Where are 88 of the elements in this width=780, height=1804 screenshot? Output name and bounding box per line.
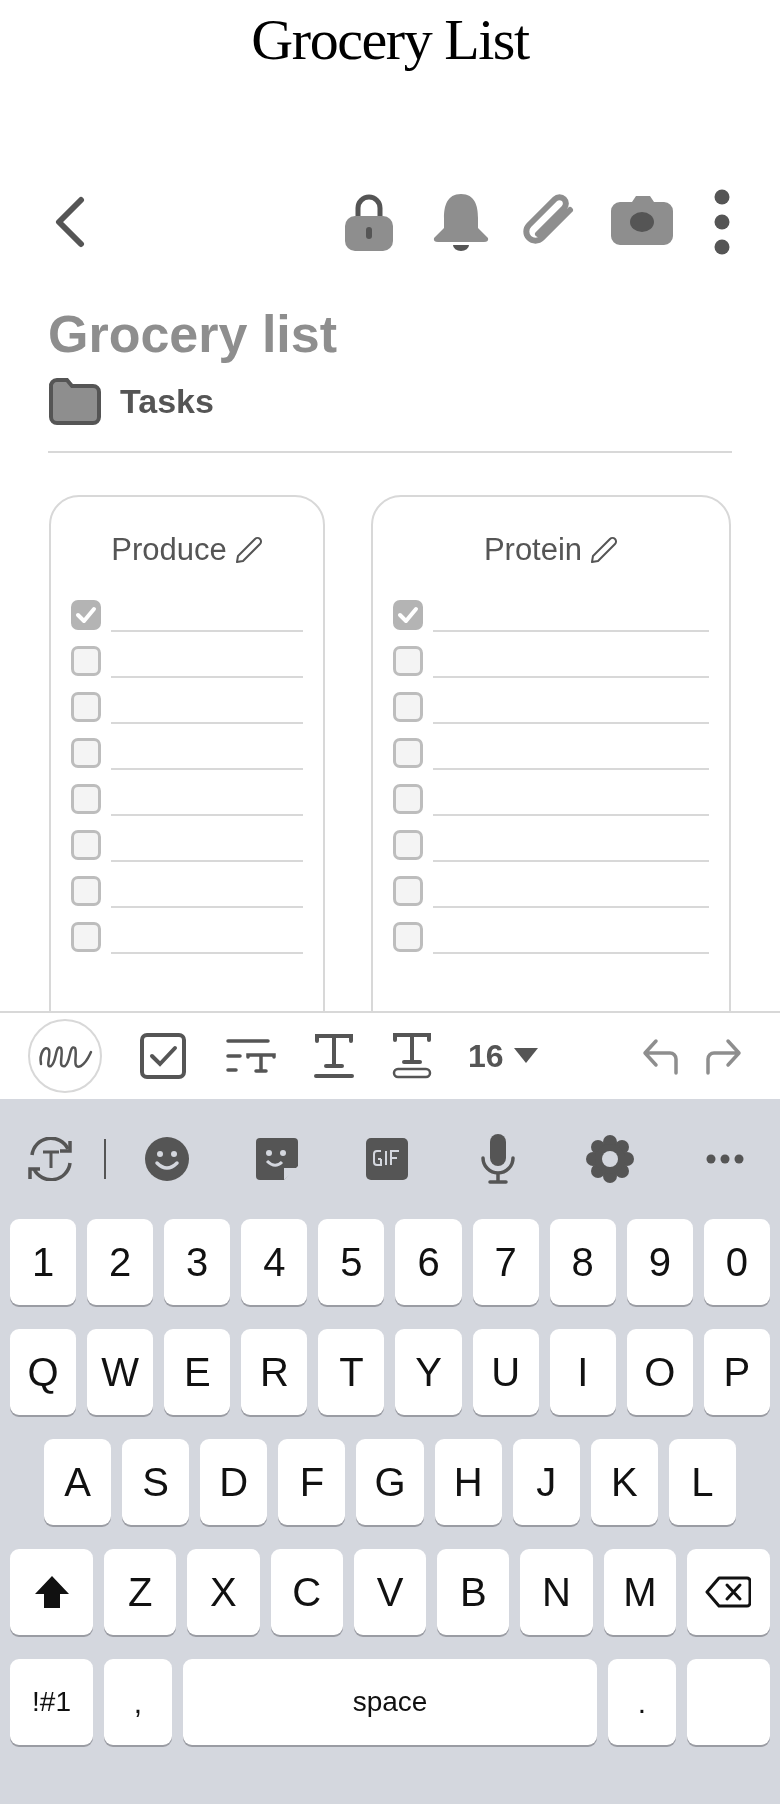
text-highlight-icon[interactable] (392, 1032, 432, 1080)
caret-icon (513, 1048, 538, 1064)
backspace-icon (705, 1576, 752, 1608)
checkbox[interactable] (71, 829, 101, 860)
bell-icon[interactable] (432, 192, 490, 252)
check-icon (397, 605, 419, 624)
gif-icon[interactable] (366, 1138, 408, 1180)
checkbox[interactable] (393, 645, 423, 676)
key[interactable]: N (520, 1549, 593, 1635)
checkbox[interactable] (393, 921, 423, 952)
pencil-icon[interactable] (234, 536, 263, 565)
key[interactable]: F (278, 1439, 346, 1525)
lock-icon[interactable] (344, 192, 394, 252)
key[interactable]: Y (395, 1329, 462, 1415)
backspace-key[interactable] (686, 1549, 770, 1635)
font-size-dropdown[interactable]: 16 (468, 1032, 538, 1080)
space-key[interactable]: space (183, 1659, 597, 1745)
pencil-icon[interactable] (590, 536, 619, 565)
checkbox[interactable] (71, 875, 101, 906)
key[interactable]: Q (10, 1329, 77, 1415)
key[interactable]: 8 (549, 1219, 616, 1305)
key[interactable]: . (608, 1659, 676, 1745)
more-options-icon[interactable] (714, 189, 730, 255)
key[interactable]: 9 (626, 1219, 693, 1305)
key[interactable]: 6 (395, 1219, 462, 1305)
checkbox[interactable] (71, 737, 101, 768)
folder-icon (48, 376, 102, 427)
key[interactable]: W (87, 1329, 154, 1415)
key[interactable]: Z (104, 1549, 177, 1635)
checklist-heading[interactable]: Produce (111, 527, 227, 574)
settings-icon[interactable] (586, 1135, 634, 1183)
key[interactable]: 4 (241, 1219, 308, 1305)
checkbox[interactable] (71, 599, 101, 630)
undo-icon[interactable] (642, 1037, 680, 1075)
microphone-icon[interactable] (480, 1134, 516, 1184)
redo-icon[interactable] (704, 1037, 742, 1075)
checkbox[interactable] (393, 599, 423, 630)
key[interactable]: R (241, 1329, 308, 1415)
checkbox[interactable] (71, 783, 101, 814)
key[interactable]: G (356, 1439, 424, 1525)
checkbox[interactable] (71, 645, 101, 676)
checkbox-tool-icon[interactable] (140, 1033, 186, 1079)
checkbox[interactable] (393, 875, 423, 906)
text-underline-icon[interactable] (314, 1033, 354, 1079)
sticker-icon[interactable] (256, 1138, 298, 1180)
key[interactable]: D (200, 1439, 268, 1525)
key[interactable]: A (44, 1439, 112, 1525)
check-icon (75, 605, 97, 624)
symbols-key[interactable]: !#1 (10, 1659, 93, 1745)
folder-label[interactable]: Tasks (120, 376, 214, 427)
key[interactable]: 3 (164, 1219, 231, 1305)
key[interactable]: K (590, 1439, 658, 1525)
key[interactable]: L (668, 1439, 736, 1525)
shift-key[interactable] (10, 1549, 93, 1635)
handwriting-button[interactable] (28, 1019, 102, 1093)
checkbox[interactable] (393, 783, 423, 814)
key[interactable]: B (437, 1549, 510, 1635)
key[interactable]: P (703, 1329, 770, 1415)
emoji-icon[interactable] (144, 1136, 190, 1182)
key[interactable]: O (626, 1329, 693, 1415)
key[interactable]: E (164, 1329, 231, 1415)
key[interactable]: H (434, 1439, 502, 1525)
key[interactable]: C (270, 1549, 343, 1635)
enter-key[interactable] (687, 1659, 770, 1745)
key[interactable]: J (512, 1439, 580, 1525)
shift-arrow-icon (33, 1575, 70, 1609)
key[interactable]: M (603, 1549, 676, 1635)
key[interactable]: V (353, 1549, 427, 1635)
page-title: Grocery List (251, 11, 529, 69)
key[interactable]: I (549, 1329, 616, 1415)
key[interactable]: 2 (87, 1219, 154, 1305)
key[interactable]: 0 (703, 1219, 770, 1305)
key[interactable]: U (472, 1329, 539, 1415)
checkbox[interactable] (393, 691, 423, 722)
key[interactable]: 5 (318, 1219, 385, 1305)
key[interactable]: S (122, 1439, 190, 1525)
key[interactable]: T (318, 1329, 385, 1415)
checkbox[interactable] (71, 691, 101, 722)
text-style-icon[interactable] (226, 1038, 276, 1074)
key[interactable]: 7 (472, 1219, 539, 1305)
more-icon[interactable] (706, 1154, 744, 1164)
checkbox[interactable] (393, 737, 423, 768)
checkbox[interactable] (393, 829, 423, 860)
key[interactable]: , (104, 1659, 172, 1745)
key[interactable]: 1 (10, 1219, 77, 1305)
checklist-heading[interactable]: Protein (483, 527, 583, 574)
checkbox[interactable] (71, 921, 101, 952)
key[interactable]: X (187, 1549, 260, 1635)
